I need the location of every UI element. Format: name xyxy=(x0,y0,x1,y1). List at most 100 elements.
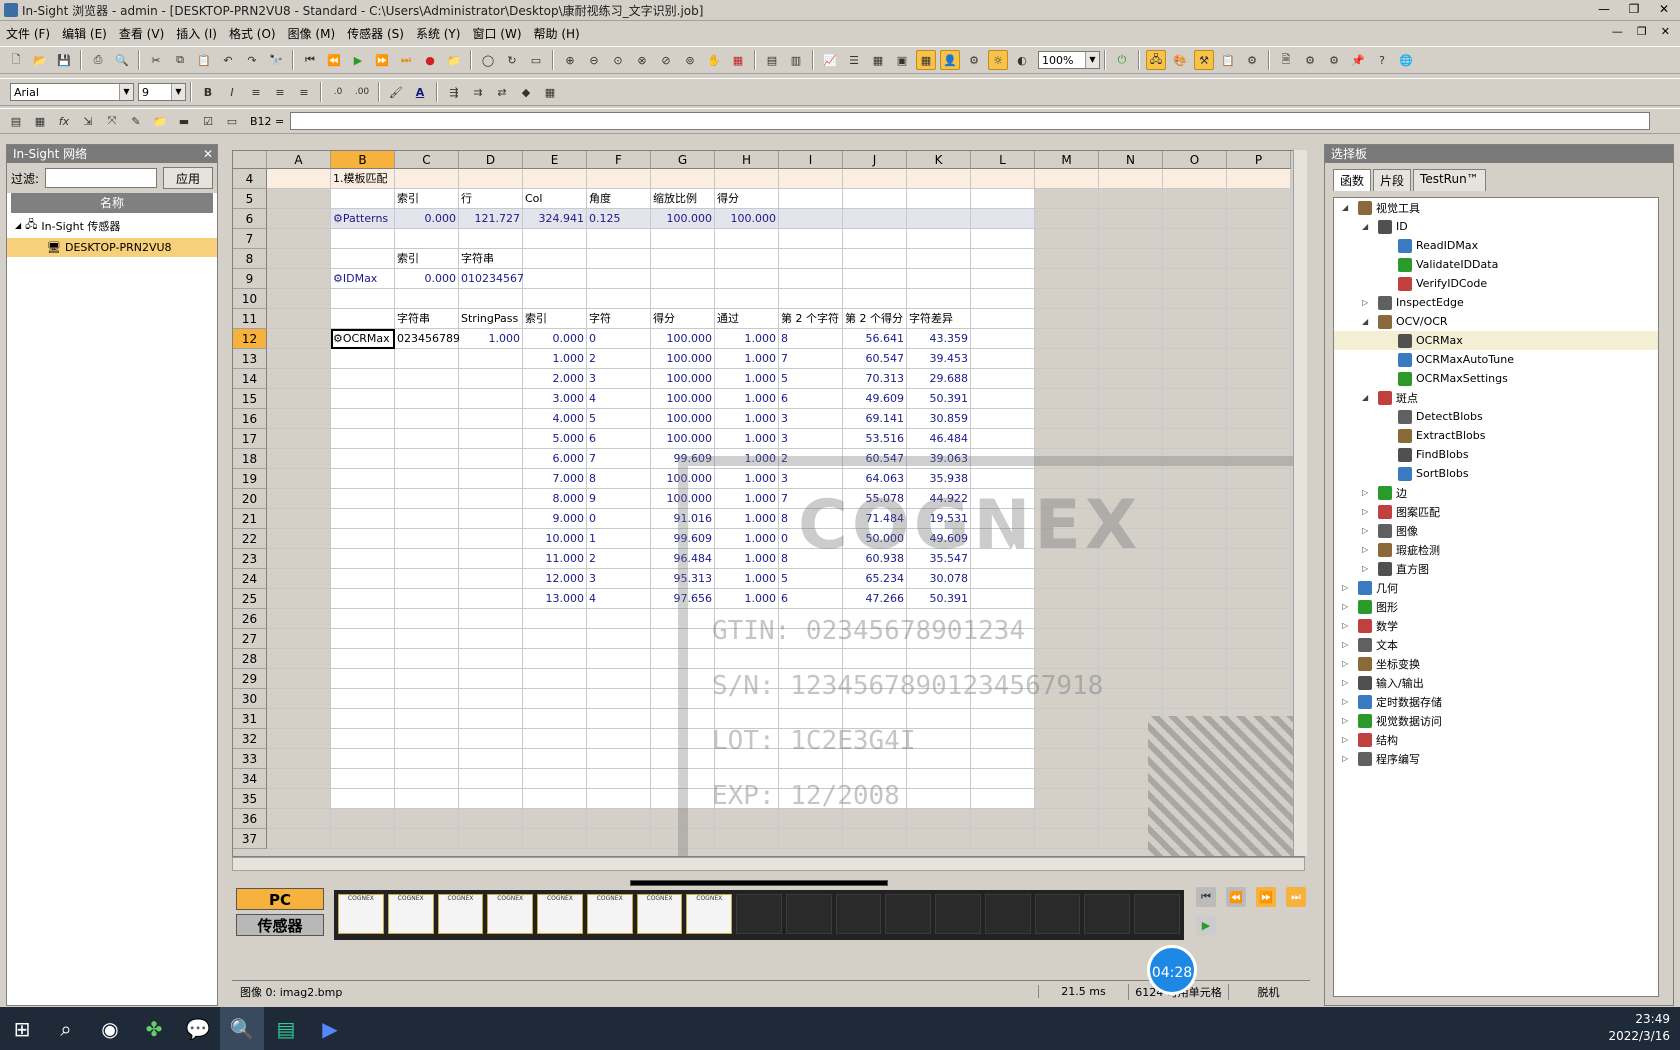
cell-n28[interactable] xyxy=(1099,649,1163,669)
cell-d19[interactable] xyxy=(459,469,523,489)
cell-f24[interactable]: 3 xyxy=(587,569,651,589)
cell-j17[interactable]: 53.516 xyxy=(843,429,907,449)
cell-h25[interactable]: 1.000 xyxy=(715,589,779,609)
cell-m34[interactable] xyxy=(1035,769,1099,789)
expand-toggle-icon[interactable]: ▷ xyxy=(1342,659,1354,668)
cell-i17[interactable]: 3 xyxy=(779,429,843,449)
cell-d5[interactable]: 行 xyxy=(459,189,523,209)
live-icon[interactable]: ◯ xyxy=(478,50,498,70)
cell-k17[interactable]: 46.484 xyxy=(907,429,971,449)
cell-c31[interactable] xyxy=(395,709,459,729)
menu-item[interactable]: 插入 (I) xyxy=(170,25,223,42)
cell-f35[interactable] xyxy=(587,789,651,809)
cell-a20[interactable] xyxy=(267,489,331,509)
expand-toggle-icon[interactable]: ◢ xyxy=(1362,222,1374,231)
cell-c6[interactable]: 0.000 xyxy=(395,209,459,229)
cell-e37[interactable] xyxy=(523,829,587,849)
doc-icon[interactable]: 🗎 xyxy=(1276,50,1296,70)
cell-j35[interactable] xyxy=(843,789,907,809)
camera-icon[interactable]: ▭ xyxy=(526,50,546,70)
cell-a12[interactable] xyxy=(267,329,331,349)
cell-a27[interactable] xyxy=(267,629,331,649)
cell-n22[interactable] xyxy=(1099,529,1163,549)
row-header[interactable]: 11 xyxy=(233,309,267,329)
cell-h14[interactable]: 1.000 xyxy=(715,369,779,389)
cell-i24[interactable]: 5 xyxy=(779,569,843,589)
cell-o13[interactable] xyxy=(1163,349,1227,369)
folder-icon[interactable]: 📁 xyxy=(444,50,464,70)
cell-m31[interactable] xyxy=(1035,709,1099,729)
cell-m35[interactable] xyxy=(1035,789,1099,809)
cell-a6[interactable] xyxy=(267,209,331,229)
cell-j29[interactable] xyxy=(843,669,907,689)
row-header[interactable]: 25 xyxy=(233,589,267,609)
cell-p24[interactable] xyxy=(1227,569,1291,589)
expand-toggle-icon[interactable]: ▷ xyxy=(1362,507,1374,516)
cell-p9[interactable] xyxy=(1227,269,1291,289)
cell-p14[interactable] xyxy=(1227,369,1291,389)
cell-i20[interactable]: 7 xyxy=(779,489,843,509)
cell-g21[interactable]: 91.016 xyxy=(651,509,715,529)
maximize-button[interactable]: ❐ xyxy=(1626,2,1642,16)
cell-p7[interactable] xyxy=(1227,229,1291,249)
cell-j36[interactable] xyxy=(843,809,907,829)
cell-k27[interactable] xyxy=(907,629,971,649)
cell-g23[interactable]: 96.484 xyxy=(651,549,715,569)
column-header-i[interactable]: I xyxy=(779,151,843,169)
cell-k26[interactable] xyxy=(907,609,971,629)
cell-h4[interactable] xyxy=(715,169,779,189)
cell-h6[interactable]: 100.000 xyxy=(715,209,779,229)
cell-f25[interactable]: 4 xyxy=(587,589,651,609)
cell-o36[interactable] xyxy=(1163,809,1227,829)
cell-i7[interactable] xyxy=(779,229,843,249)
cell-h36[interactable] xyxy=(715,809,779,829)
cell-l32[interactable] xyxy=(971,729,1035,749)
preview-icon[interactable]: 🔍 xyxy=(112,50,132,70)
cell-o34[interactable] xyxy=(1163,769,1227,789)
cell-j11[interactable]: 第 2 个得分 xyxy=(843,309,907,329)
thumbnail[interactable] xyxy=(885,894,932,934)
row-header[interactable]: 10 xyxy=(233,289,267,309)
cell-n4[interactable] xyxy=(1099,169,1163,189)
thumbnail[interactable]: COGNEX xyxy=(338,894,384,934)
expand-toggle-icon[interactable]: ▷ xyxy=(1362,526,1374,535)
close-formula-icon[interactable]: ▭ xyxy=(222,111,242,131)
cell-k33[interactable] xyxy=(907,749,971,769)
cell-j30[interactable] xyxy=(843,689,907,709)
block-icon[interactable]: ▬ xyxy=(174,111,194,131)
cell-m30[interactable] xyxy=(1035,689,1099,709)
cell-c18[interactable] xyxy=(395,449,459,469)
expand-icon[interactable]: ⤧ xyxy=(102,111,122,131)
cell-f7[interactable] xyxy=(587,229,651,249)
cell-f5[interactable]: 角度 xyxy=(587,189,651,209)
cell-l31[interactable] xyxy=(971,709,1035,729)
column-header-f[interactable]: F xyxy=(587,151,651,169)
cell-o22[interactable] xyxy=(1163,529,1227,549)
cell-o12[interactable] xyxy=(1163,329,1227,349)
cell-h28[interactable] xyxy=(715,649,779,669)
cell-p28[interactable] xyxy=(1227,649,1291,669)
cell-g4[interactable] xyxy=(651,169,715,189)
cell-c16[interactable] xyxy=(395,409,459,429)
cell-e12[interactable]: 0.000 xyxy=(523,329,587,349)
cell-g5[interactable]: 缩放比例 xyxy=(651,189,715,209)
minimize-button[interactable]: — xyxy=(1596,2,1612,16)
cell-j25[interactable]: 47.266 xyxy=(843,589,907,609)
thumbnail[interactable] xyxy=(785,894,832,934)
palette-tab[interactable]: 片段 xyxy=(1373,169,1412,191)
tree-node[interactable]: ◢ ID xyxy=(1334,217,1658,236)
dependency-icon[interactable]: ⇉ xyxy=(468,82,488,102)
column-header-g[interactable]: G xyxy=(651,151,715,169)
menu-item[interactable]: 窗口 (W) xyxy=(466,25,527,42)
row-header[interactable]: 34 xyxy=(233,769,267,789)
cell-n37[interactable] xyxy=(1099,829,1163,849)
cell-i28[interactable] xyxy=(779,649,843,669)
cell-g36[interactable] xyxy=(651,809,715,829)
cell-e10[interactable] xyxy=(523,289,587,309)
cell-p23[interactable] xyxy=(1227,549,1291,569)
cell-c32[interactable] xyxy=(395,729,459,749)
cell-h11[interactable]: 通过 xyxy=(715,309,779,329)
thumbnail[interactable] xyxy=(935,894,981,934)
cell-l35[interactable] xyxy=(971,789,1035,809)
cell-k32[interactable] xyxy=(907,729,971,749)
